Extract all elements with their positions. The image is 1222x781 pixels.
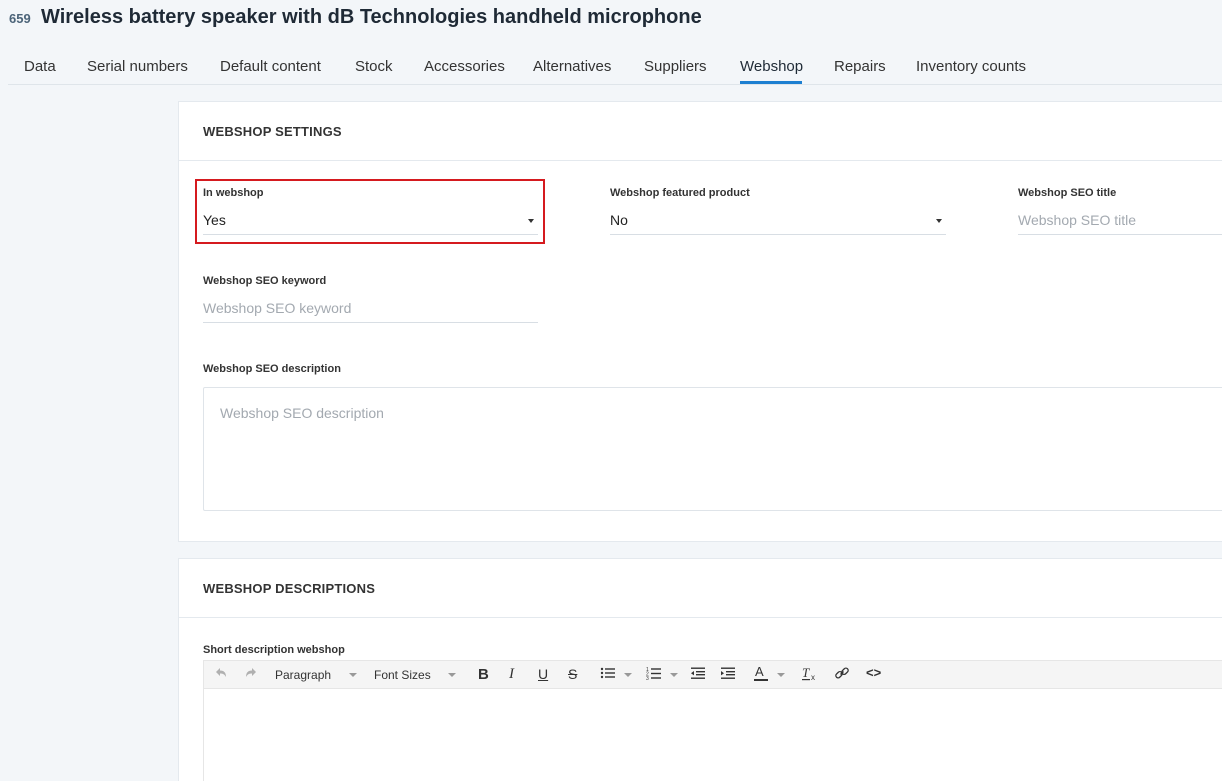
seo-keyword-label: Webshop SEO keyword bbox=[203, 275, 327, 287]
card-header: WEBSHOP SETTINGS bbox=[179, 102, 1222, 161]
tab-accessories[interactable]: Accessories bbox=[424, 58, 505, 75]
svg-text:T: T bbox=[802, 665, 810, 680]
svg-text:3: 3 bbox=[646, 676, 649, 681]
redo-icon[interactable] bbox=[243, 665, 259, 685]
seo-description-textarea[interactable]: Webshop SEO description bbox=[203, 387, 1222, 511]
chevron-down-icon bbox=[448, 673, 456, 677]
featured-product-value: No bbox=[610, 212, 628, 228]
link-icon[interactable] bbox=[834, 665, 850, 685]
tab-alternatives[interactable]: Alternatives bbox=[533, 58, 611, 75]
short-description-label: Short description webshop bbox=[203, 644, 345, 656]
chevron-down-icon bbox=[624, 673, 632, 677]
tab-data[interactable]: Data bbox=[24, 58, 56, 75]
page-header: 659 Wireless battery speaker with dB Tec… bbox=[0, 0, 1222, 40]
font-sizes-dropdown[interactable]: Font Sizes bbox=[374, 668, 431, 688]
caret-down-icon bbox=[936, 219, 942, 223]
card-header: WEBSHOP DESCRIPTIONS bbox=[179, 559, 1222, 618]
indent-icon[interactable] bbox=[720, 665, 736, 685]
clear-format-icon[interactable]: Tx bbox=[801, 664, 819, 684]
seo-title-input[interactable]: Webshop SEO title bbox=[1018, 207, 1222, 235]
short-description-editor[interactable] bbox=[203, 689, 1222, 781]
tab-suppliers[interactable]: Suppliers bbox=[644, 58, 707, 75]
active-tab-indicator bbox=[740, 81, 802, 84]
bold-icon[interactable]: B bbox=[478, 666, 489, 686]
numbered-list-icon[interactable]: 123 bbox=[646, 665, 662, 685]
page-title: Wireless battery speaker with dB Technol… bbox=[41, 6, 702, 28]
seo-title-label: Webshop SEO title bbox=[1018, 187, 1117, 199]
paragraph-dropdown[interactable]: Paragraph bbox=[275, 668, 331, 688]
product-id: 659 bbox=[9, 11, 31, 26]
underline-icon[interactable]: U bbox=[538, 666, 548, 686]
tab-default-content[interactable]: Default content bbox=[220, 58, 321, 75]
italic-icon[interactable]: I bbox=[509, 666, 514, 686]
chevron-down-icon bbox=[777, 673, 785, 677]
featured-product-label: Webshop featured product bbox=[610, 187, 750, 199]
editor-toolbar: Paragraph Font Sizes B I U S 123 A Tx <> bbox=[203, 660, 1222, 689]
tab-webshop[interactable]: Webshop bbox=[740, 58, 803, 75]
outdent-icon[interactable] bbox=[690, 665, 706, 685]
svg-text:x: x bbox=[811, 673, 815, 682]
svg-text:A: A bbox=[755, 664, 764, 679]
text-color-icon[interactable]: A bbox=[753, 664, 769, 684]
highlight-box bbox=[195, 179, 545, 244]
tab-serial-numbers[interactable]: Serial numbers bbox=[87, 58, 188, 75]
chevron-down-icon bbox=[349, 673, 357, 677]
tab-repairs[interactable]: Repairs bbox=[834, 58, 886, 75]
tab-bar: Data Serial numbers Default content Stoc… bbox=[8, 50, 1222, 85]
strikethrough-icon[interactable]: S bbox=[568, 666, 577, 686]
featured-product-select[interactable]: No bbox=[610, 207, 946, 235]
seo-keyword-input[interactable]: Webshop SEO keyword bbox=[203, 295, 538, 323]
code-icon[interactable]: <> bbox=[866, 665, 881, 685]
card-title: WEBSHOP SETTINGS bbox=[203, 124, 342, 139]
undo-icon[interactable] bbox=[213, 665, 229, 685]
chevron-down-icon bbox=[670, 673, 678, 677]
seo-description-label: Webshop SEO description bbox=[203, 363, 341, 375]
tab-inventory-counts[interactable]: Inventory counts bbox=[916, 58, 1026, 75]
tab-stock[interactable]: Stock bbox=[355, 58, 393, 75]
card-title: WEBSHOP DESCRIPTIONS bbox=[203, 581, 376, 596]
bullet-list-icon[interactable] bbox=[600, 665, 616, 685]
